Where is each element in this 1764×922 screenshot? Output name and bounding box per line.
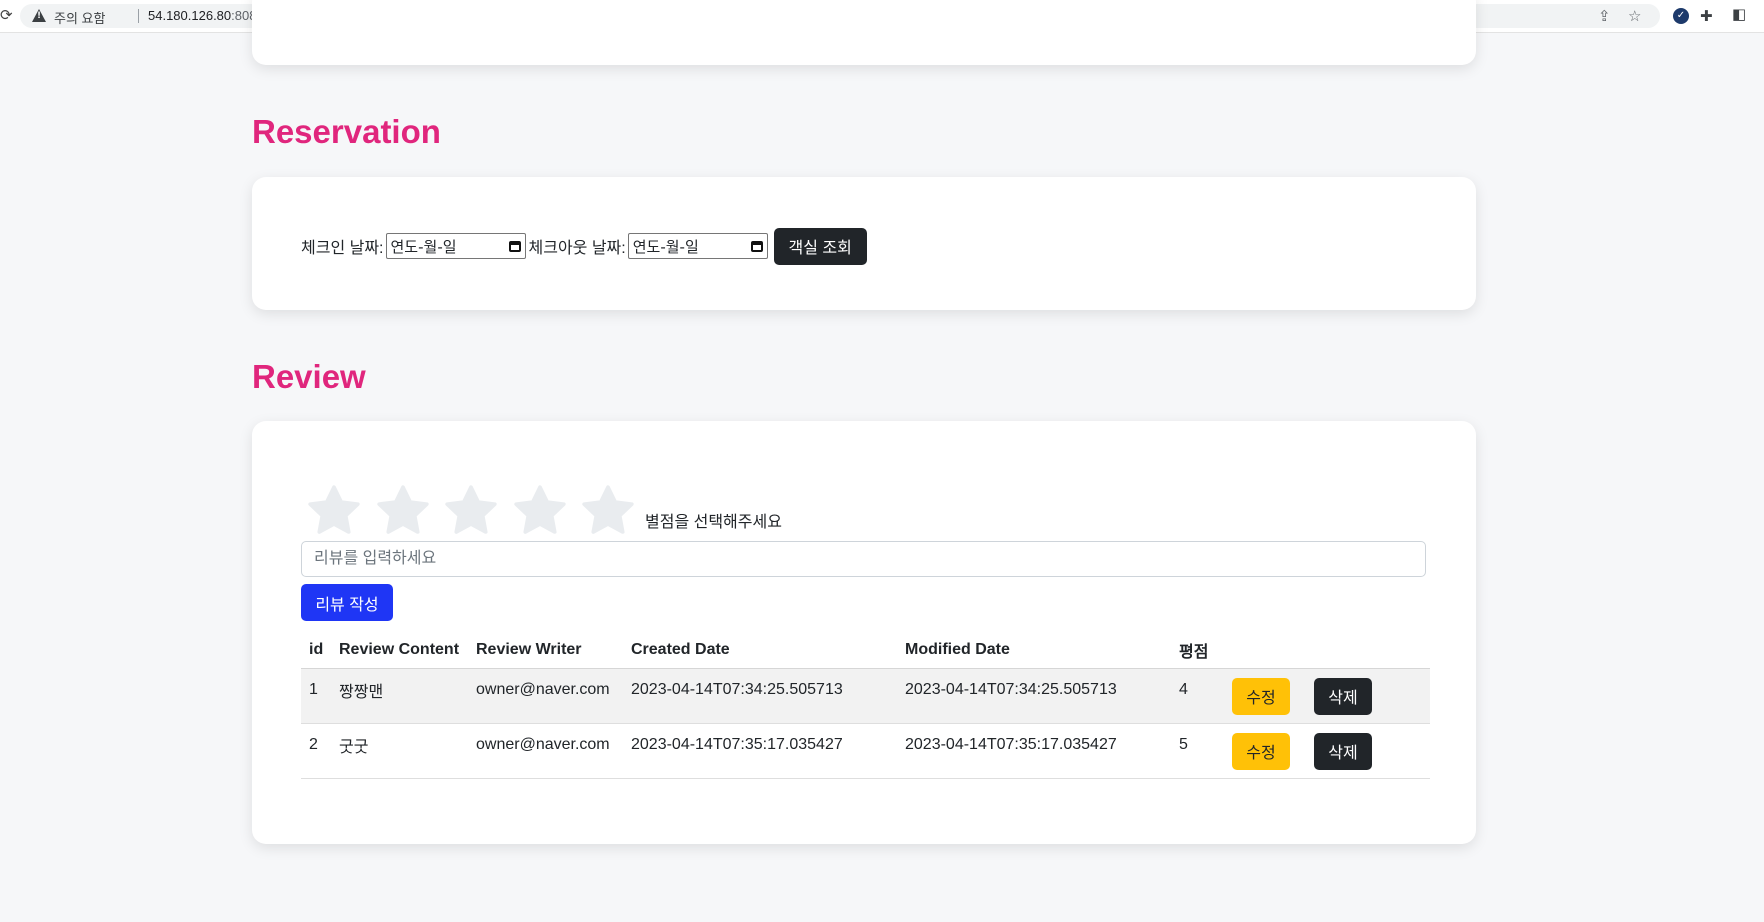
column-header-rating: 평점 [1171, 631, 1224, 669]
reservation-form: 체크인 날짜: 연도-월-일 체크아웃 날짜: 연도-월-일 객실 조회 [301, 227, 867, 265]
row-content: 굿굿 [339, 739, 369, 756]
checkout-date-placeholder: 연도-월-일 [632, 237, 699, 256]
row-modified: 2023-04-14T07:34:25.505713 [905, 681, 1117, 698]
reservation-title: Reservation [252, 113, 441, 150]
row-writer: owner@naver.com [476, 736, 610, 753]
checkout-date-input[interactable]: 연도-월-일 [627, 233, 768, 259]
row-content: 짱짱맨 [339, 684, 384, 701]
row-created: 2023-04-14T07:34:25.505713 [631, 681, 843, 698]
row-modified: 2023-04-14T07:35:17.035427 [905, 736, 1117, 753]
row-created-cell: 2023-04-14T07:34:25.505713 [623, 668, 897, 724]
column-header-edit [1224, 631, 1306, 669]
star-1-icon[interactable] [306, 484, 362, 536]
checkin-date-input[interactable]: 연도-월-일 [385, 233, 526, 259]
bookmark-star-icon[interactable]: ☆ [1628, 7, 1641, 25]
url-host: 54.180.126.80 [148, 8, 232, 23]
row-edit-cell: 수정 [1224, 723, 1306, 779]
row-edit-cell: 수정 [1224, 668, 1306, 724]
column-header-id: id [301, 631, 331, 669]
table-row: 1 짱짱맨 owner@naver.com 2023-04-14T07:34:2… [301, 668, 1430, 724]
row-rating-cell: 4 [1171, 668, 1224, 724]
calendar-icon[interactable] [508, 240, 521, 252]
edit-button[interactable]: 수정 [1232, 677, 1290, 715]
share-icon[interactable]: ⇪ [1598, 7, 1611, 25]
column-header-content: Review Content [331, 631, 468, 669]
extensions-puzzle-icon[interactable]: ✚ [1700, 7, 1713, 25]
review-input[interactable] [301, 541, 1426, 577]
row-writer-cell: owner@naver.com [468, 668, 623, 724]
row-created: 2023-04-14T07:35:17.035427 [631, 736, 843, 753]
column-header-writer: Review Writer [468, 631, 623, 669]
write-review-button[interactable]: 리뷰 작성 [301, 584, 393, 621]
room-search-button[interactable]: 객실 조회 [773, 227, 867, 265]
extension-check-icon[interactable]: ✓ [1673, 8, 1689, 24]
star-5-icon[interactable] [580, 484, 636, 536]
row-rating: 4 [1179, 681, 1188, 698]
row-modified-cell: 2023-04-14T07:35:17.035427 [897, 723, 1171, 779]
column-header-created: Created Date [623, 631, 897, 669]
star-4-icon[interactable] [512, 484, 568, 536]
row-delete-cell: 삭제 [1306, 723, 1430, 779]
row-id-cell: 2 [301, 723, 331, 779]
row-delete-cell: 삭제 [1306, 668, 1430, 724]
review-title: Review [252, 358, 366, 395]
checkout-label: 체크아웃 날짜: [528, 240, 626, 257]
column-header-delete [1306, 631, 1430, 669]
column-header-modified: Modified Date [897, 631, 1171, 669]
star-3-icon[interactable] [443, 484, 499, 536]
checkin-date-placeholder: 연도-월-일 [390, 237, 457, 256]
delete-button[interactable]: 삭제 [1314, 732, 1372, 770]
reload-icon[interactable]: ⟳ [0, 6, 13, 24]
row-rating-cell: 5 [1171, 723, 1224, 779]
address-separator [138, 9, 139, 23]
rating-hint: 별점을 선택해주세요 [645, 514, 782, 531]
row-rating: 5 [1179, 736, 1188, 753]
calendar-icon[interactable] [750, 240, 763, 252]
row-id: 2 [309, 736, 318, 753]
row-id-cell: 1 [301, 668, 331, 724]
row-modified-cell: 2023-04-14T07:34:25.505713 [897, 668, 1171, 724]
hotel-info-card [252, 0, 1476, 65]
star-2-icon[interactable] [375, 484, 431, 536]
warning-icon[interactable] [32, 9, 46, 22]
row-created-cell: 2023-04-14T07:35:17.035427 [623, 723, 897, 779]
side-panel-icon[interactable]: ◧ [1732, 5, 1746, 23]
row-content-cell: 짱짱맨 [331, 668, 468, 724]
review-table: id Review Content Review Writer Created … [301, 631, 1430, 779]
row-content-cell: 굿굿 [331, 723, 468, 779]
row-writer: owner@naver.com [476, 681, 610, 698]
edit-button[interactable]: 수정 [1232, 732, 1290, 770]
checkin-label: 체크인 날짜: [301, 240, 384, 257]
table-header-row: id Review Content Review Writer Created … [301, 631, 1430, 669]
table-row: 2 굿굿 owner@naver.com 2023-04-14T07:35:17… [301, 723, 1430, 779]
row-writer-cell: owner@naver.com [468, 723, 623, 779]
star-rating [306, 484, 649, 536]
security-label[interactable]: 주의 요함 [54, 8, 105, 27]
row-id: 1 [309, 681, 318, 698]
delete-button[interactable]: 삭제 [1314, 677, 1372, 715]
